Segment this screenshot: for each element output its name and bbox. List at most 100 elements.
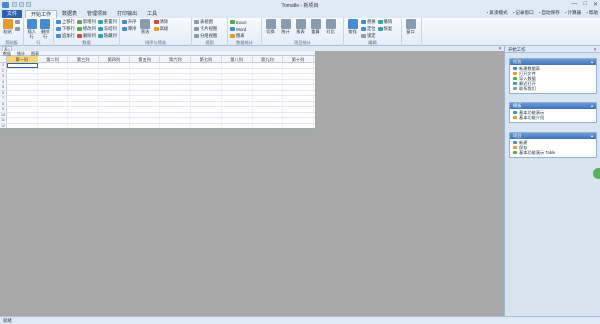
table-cell[interactable] bbox=[68, 96, 100, 101]
row-header[interactable]: 12 bbox=[0, 123, 7, 128]
cut-button[interactable] bbox=[15, 19, 21, 25]
table-cell[interactable] bbox=[191, 101, 222, 106]
table-cell[interactable] bbox=[191, 96, 222, 101]
sort-desc-button[interactable]: 降序 bbox=[122, 26, 137, 32]
table-cell[interactable] bbox=[253, 85, 284, 90]
row-header[interactable]: 6 bbox=[0, 90, 7, 95]
file-menu-tab[interactable]: 文件 bbox=[2, 10, 23, 18]
table-cell[interactable] bbox=[68, 85, 100, 90]
column-header[interactable]: 第三列 bbox=[68, 56, 100, 63]
table-cell[interactable] bbox=[68, 107, 100, 112]
window-button[interactable]: 窗口 bbox=[404, 19, 417, 46]
table-cell[interactable] bbox=[222, 79, 253, 84]
column-header[interactable]: 第九列 bbox=[253, 56, 284, 63]
panel-link[interactable]: 联系我们 bbox=[510, 86, 596, 91]
panel-close-icon[interactable]: ✕ bbox=[593, 46, 597, 53]
column-header[interactable]: 第四列 bbox=[99, 56, 130, 63]
row-header[interactable]: 5 bbox=[0, 85, 7, 90]
table-cell[interactable] bbox=[130, 107, 161, 112]
table-cell[interactable] bbox=[130, 96, 161, 101]
table-cell[interactable] bbox=[7, 79, 38, 84]
table-cell[interactable] bbox=[99, 118, 130, 123]
clear-filter-button[interactable]: 清除 bbox=[153, 19, 168, 25]
delete-column-button[interactable]: 删除列 bbox=[76, 33, 96, 39]
sheet-tab-chart[interactable]: 图表 bbox=[28, 51, 42, 56]
table-cell[interactable] bbox=[130, 85, 161, 90]
table-cell[interactable] bbox=[99, 85, 130, 90]
table-cell[interactable] bbox=[283, 96, 314, 101]
row-header[interactable]: 4 bbox=[0, 79, 7, 84]
tab-manage[interactable]: 管理项目 bbox=[82, 10, 112, 18]
table-cell[interactable] bbox=[7, 63, 38, 68]
table-cell[interactable] bbox=[283, 90, 314, 95]
column-header[interactable]: 第七列 bbox=[191, 56, 222, 63]
table-cell[interactable] bbox=[253, 118, 284, 123]
table-cell[interactable] bbox=[191, 63, 222, 68]
card-view-button[interactable]: 卡片视图 bbox=[194, 26, 217, 32]
table-cell[interactable] bbox=[7, 101, 38, 106]
row-header[interactable]: 11 bbox=[0, 118, 7, 123]
row-header[interactable]: 2 bbox=[0, 68, 7, 73]
table-cell[interactable] bbox=[7, 112, 38, 117]
table-cell[interactable] bbox=[38, 107, 69, 112]
table-cell[interactable] bbox=[253, 63, 284, 68]
sheet-tab-data[interactable]: 数据 bbox=[0, 51, 14, 56]
row-header[interactable]: 8 bbox=[0, 101, 7, 106]
table-cell[interactable] bbox=[68, 112, 100, 117]
calculator-link[interactable]: 计算器 bbox=[565, 10, 581, 16]
table-cell[interactable] bbox=[38, 79, 69, 84]
column-header[interactable]: 第一列 bbox=[7, 56, 38, 63]
table-cell[interactable] bbox=[191, 118, 222, 123]
table-cell[interactable] bbox=[130, 90, 161, 95]
goto-button[interactable]: 定位 bbox=[361, 26, 376, 32]
table-cell[interactable] bbox=[283, 123, 314, 128]
move-row-up-button[interactable]: 上移行 bbox=[56, 19, 75, 25]
table-cell[interactable] bbox=[253, 74, 284, 79]
table-cell[interactable] bbox=[68, 123, 100, 128]
table-cell[interactable] bbox=[7, 96, 38, 101]
row-header[interactable]: 7 bbox=[0, 96, 7, 101]
table-cell[interactable] bbox=[160, 101, 192, 106]
table-cell[interactable] bbox=[191, 123, 222, 128]
table-view-button[interactable]: 表视图 bbox=[194, 19, 217, 25]
table-cell[interactable] bbox=[283, 107, 314, 112]
replace-button[interactable]: 替换 bbox=[361, 19, 376, 25]
column-header[interactable]: 第六列 bbox=[160, 56, 192, 63]
table-cell[interactable] bbox=[38, 74, 69, 79]
table-cell[interactable] bbox=[38, 85, 69, 90]
close-document-icon[interactable]: ✕ bbox=[498, 46, 502, 52]
reset-column-button[interactable]: 重置列 bbox=[97, 19, 117, 25]
table-cell[interactable] bbox=[99, 107, 130, 112]
column-header[interactable]: 第八列 bbox=[222, 56, 253, 63]
table-cell[interactable] bbox=[99, 96, 130, 101]
row-header[interactable]: 3 bbox=[0, 74, 7, 79]
table-cell[interactable] bbox=[7, 107, 38, 112]
close-button[interactable]: ✕ bbox=[593, 1, 598, 8]
table-cell[interactable] bbox=[191, 85, 222, 90]
table-cell[interactable] bbox=[99, 123, 130, 128]
table-cell[interactable] bbox=[191, 79, 222, 84]
table-cell[interactable] bbox=[7, 123, 38, 128]
table-cell[interactable] bbox=[160, 85, 192, 90]
chart-button[interactable]: 图表 bbox=[230, 33, 247, 39]
table-cell[interactable] bbox=[222, 123, 253, 128]
table-cell[interactable] bbox=[38, 68, 69, 73]
table-cell[interactable] bbox=[253, 68, 284, 73]
compact-mode-link[interactable]: 紧凑模式 bbox=[487, 10, 507, 16]
table-cell[interactable] bbox=[130, 63, 161, 68]
table-cell[interactable] bbox=[68, 90, 100, 95]
table-cell[interactable] bbox=[99, 112, 130, 117]
table-cell[interactable] bbox=[160, 118, 192, 123]
hide-column-button[interactable]: 隐藏列 bbox=[97, 33, 117, 39]
undo-button[interactable]: 撤销 bbox=[377, 19, 392, 25]
table-cell[interactable] bbox=[283, 63, 314, 68]
table-cell[interactable] bbox=[222, 112, 253, 117]
panel-link[interactable]: 基本功能演示 Table bbox=[510, 150, 596, 155]
table-cell[interactable] bbox=[99, 79, 130, 84]
table-cell[interactable] bbox=[38, 112, 69, 117]
table-cell[interactable] bbox=[99, 101, 130, 106]
column-header[interactable]: 第五列 bbox=[130, 56, 161, 63]
move-row-down-button[interactable]: 下移行 bbox=[56, 26, 75, 32]
table-cell[interactable] bbox=[130, 79, 161, 84]
table-cell[interactable] bbox=[253, 112, 284, 117]
